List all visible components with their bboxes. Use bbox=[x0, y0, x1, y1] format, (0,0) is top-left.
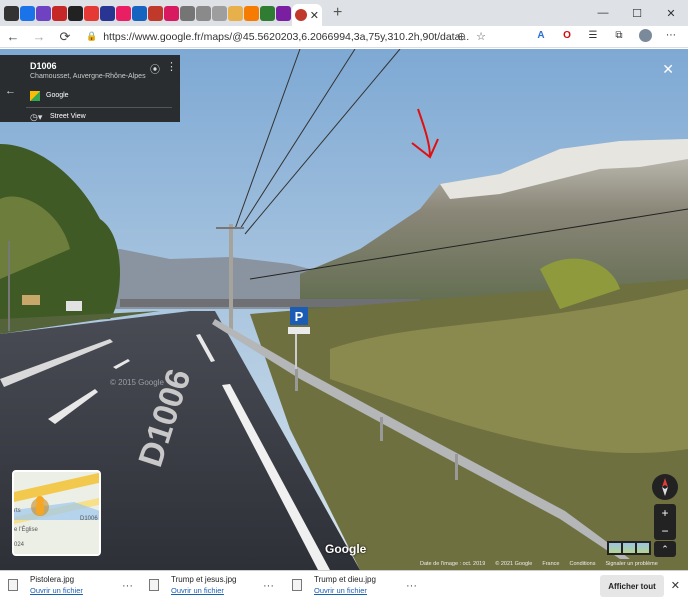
tab-favicon-icon[interactable] bbox=[260, 5, 275, 21]
road-name: D1006 bbox=[30, 61, 57, 71]
url-text[interactable]: https://www.google.fr/maps/@45.5620203,6… bbox=[103, 31, 469, 43]
download-more-icon[interactable]: ··· bbox=[263, 580, 274, 592]
zoom-in-button[interactable]: + bbox=[654, 504, 676, 522]
open-file-link[interactable]: Ouvrir un fichier bbox=[314, 586, 367, 595]
download-filename: Trump et dieu.jpg bbox=[314, 575, 376, 584]
zoom-controls: + − bbox=[654, 504, 676, 540]
minimize-button[interactable]: — bbox=[586, 0, 620, 26]
translate-icon[interactable]: A bbox=[534, 28, 548, 42]
tab-favicon-icon[interactable] bbox=[116, 5, 131, 21]
tab-favicon-icon[interactable] bbox=[20, 5, 35, 21]
forward-button[interactable]: → bbox=[26, 29, 52, 44]
tab-favicon-icon[interactable] bbox=[244, 5, 259, 21]
tab-strip: ✕ + — ☐ ✕ bbox=[0, 0, 688, 26]
tab-favicon-icon[interactable] bbox=[180, 5, 195, 21]
time-travel-clock-icon[interactable]: ◷▾ bbox=[30, 112, 42, 123]
tab-favicon-icon[interactable] bbox=[148, 5, 163, 21]
tab-favicon-icon[interactable] bbox=[100, 5, 115, 21]
image-file-icon bbox=[149, 579, 159, 591]
panorama-image: D1006 P © 2015 Google bbox=[0, 49, 688, 570]
tab-list bbox=[4, 5, 292, 21]
street-view-panorama[interactable]: D1006 P © 2015 Google ← D1006 Chamousset… bbox=[0, 49, 688, 570]
download-more-icon[interactable]: ··· bbox=[122, 580, 133, 592]
compass-icon[interactable] bbox=[652, 474, 678, 500]
mini-map-graphic bbox=[14, 472, 99, 554]
google-contributor-icon bbox=[30, 91, 40, 101]
open-file-link[interactable]: Ouvrir un fichier bbox=[171, 586, 224, 595]
open-file-link[interactable]: Ouvrir un fichier bbox=[30, 586, 83, 595]
lock-icon: 🔒 bbox=[86, 31, 98, 41]
mini-map-label: D1006 bbox=[80, 516, 98, 522]
google-logo: Google bbox=[325, 542, 367, 556]
mini-map-label: e l'Église bbox=[14, 527, 38, 533]
mini-map-label: rts bbox=[14, 508, 21, 514]
report-problem-link[interactable]: Signaler un problème bbox=[605, 561, 657, 567]
extensions-area: A O ☰ ⧉ ⋯ bbox=[534, 28, 678, 42]
profile-icon[interactable] bbox=[638, 28, 652, 42]
tab-close-icon[interactable]: ✕ bbox=[310, 9, 319, 22]
google-maps-favicon-icon bbox=[295, 9, 307, 21]
tab-favicon-icon[interactable] bbox=[52, 5, 67, 21]
street-view-label: Street View bbox=[50, 113, 86, 120]
favorites-icon[interactable]: ☰ bbox=[586, 28, 600, 42]
collections-icon[interactable]: ⧉ bbox=[612, 28, 626, 42]
card-divider bbox=[26, 107, 172, 108]
back-button[interactable]: ← bbox=[0, 29, 26, 44]
mini-map[interactable]: rts D1006 e l'Église 024 bbox=[12, 470, 101, 556]
country-link[interactable]: France bbox=[542, 561, 559, 567]
tab-favicon-icon[interactable] bbox=[212, 5, 227, 21]
tab-favicon-icon[interactable] bbox=[132, 5, 147, 21]
active-tab[interactable]: ✕ bbox=[292, 4, 322, 26]
download-item[interactable]: Trump et dieu.jpg Ouvrir un fichier ··· bbox=[284, 571, 439, 601]
tab-favicon-icon[interactable] bbox=[4, 5, 19, 21]
opera-icon[interactable]: O bbox=[560, 28, 574, 42]
image-date: Date de l'image : oct. 2019 bbox=[420, 561, 486, 567]
expand-chevron-icon[interactable]: ⌃ bbox=[654, 541, 676, 557]
close-download-bar-button[interactable]: ✕ bbox=[671, 579, 680, 592]
tab-favicon-icon[interactable] bbox=[228, 5, 243, 21]
parking-sign-letter: P bbox=[295, 309, 304, 324]
place-name: Chamousset, Auvergne-Rhône-Alpes bbox=[30, 73, 146, 80]
image-file-icon bbox=[8, 579, 18, 591]
window-controls: — ☐ ✕ bbox=[586, 0, 688, 26]
terms-link[interactable]: Conditions bbox=[569, 561, 595, 567]
download-filename: Trump et jesus.jpg bbox=[171, 575, 237, 584]
zoom-out-button[interactable]: − bbox=[654, 522, 676, 540]
back-arrow-icon[interactable]: ← bbox=[5, 85, 16, 97]
download-more-icon[interactable]: ··· bbox=[406, 580, 417, 592]
show-all-downloads-button[interactable]: Afficher tout bbox=[600, 575, 664, 597]
location-info-card: ← D1006 Chamousset, Auvergne-Rhône-Alpes… bbox=[0, 55, 180, 122]
watermark: © 2015 Google bbox=[110, 378, 164, 387]
tab-favicon-icon[interactable] bbox=[84, 5, 99, 21]
close-street-view-button[interactable]: ✕ bbox=[662, 61, 674, 78]
tab-favicon-icon[interactable] bbox=[276, 5, 291, 21]
tab-favicon-icon[interactable] bbox=[164, 5, 179, 21]
download-item[interactable]: Pistolera.jpg Ouvrir un fichier ··· bbox=[0, 571, 155, 601]
zoom-icon[interactable]: ⊕ bbox=[457, 30, 466, 43]
tab-favicon-icon[interactable] bbox=[68, 5, 83, 21]
menu-icon[interactable]: ⋯ bbox=[664, 28, 678, 42]
new-tab-button[interactable]: + bbox=[333, 4, 342, 22]
imagery-thumbnails[interactable] bbox=[607, 541, 651, 555]
mini-map-label: 024 bbox=[14, 542, 25, 548]
address-bar[interactable]: 🔒 https://www.google.fr/maps/@45.5620203… bbox=[86, 28, 486, 46]
map-footer: Date de l'image : oct. 2019 © 2021 Googl… bbox=[420, 561, 658, 567]
reload-button[interactable]: ⟳ bbox=[52, 29, 78, 45]
browser-toolbar: ← → ⟳ 🔒 https://www.google.fr/maps/@45.5… bbox=[0, 26, 688, 48]
download-item[interactable]: Trump et jesus.jpg Ouvrir un fichier ··· bbox=[141, 571, 296, 601]
maximize-button[interactable]: ☐ bbox=[620, 0, 654, 26]
more-options-icon[interactable]: ⋮ bbox=[166, 60, 177, 73]
pin-icon[interactable]: ⦿ bbox=[150, 61, 160, 76]
provider-label: Google bbox=[46, 92, 69, 99]
image-file-icon bbox=[292, 579, 302, 591]
tab-favicon-icon[interactable] bbox=[196, 5, 211, 21]
download-bar: Pistolera.jpg Ouvrir un fichier ··· Trum… bbox=[0, 570, 688, 600]
favorite-star-icon[interactable]: ☆ bbox=[476, 30, 486, 43]
close-window-button[interactable]: ✕ bbox=[654, 0, 688, 26]
download-filename: Pistolera.jpg bbox=[30, 575, 75, 584]
copyright: © 2021 Google bbox=[495, 561, 533, 567]
tab-favicon-icon[interactable] bbox=[36, 5, 51, 21]
